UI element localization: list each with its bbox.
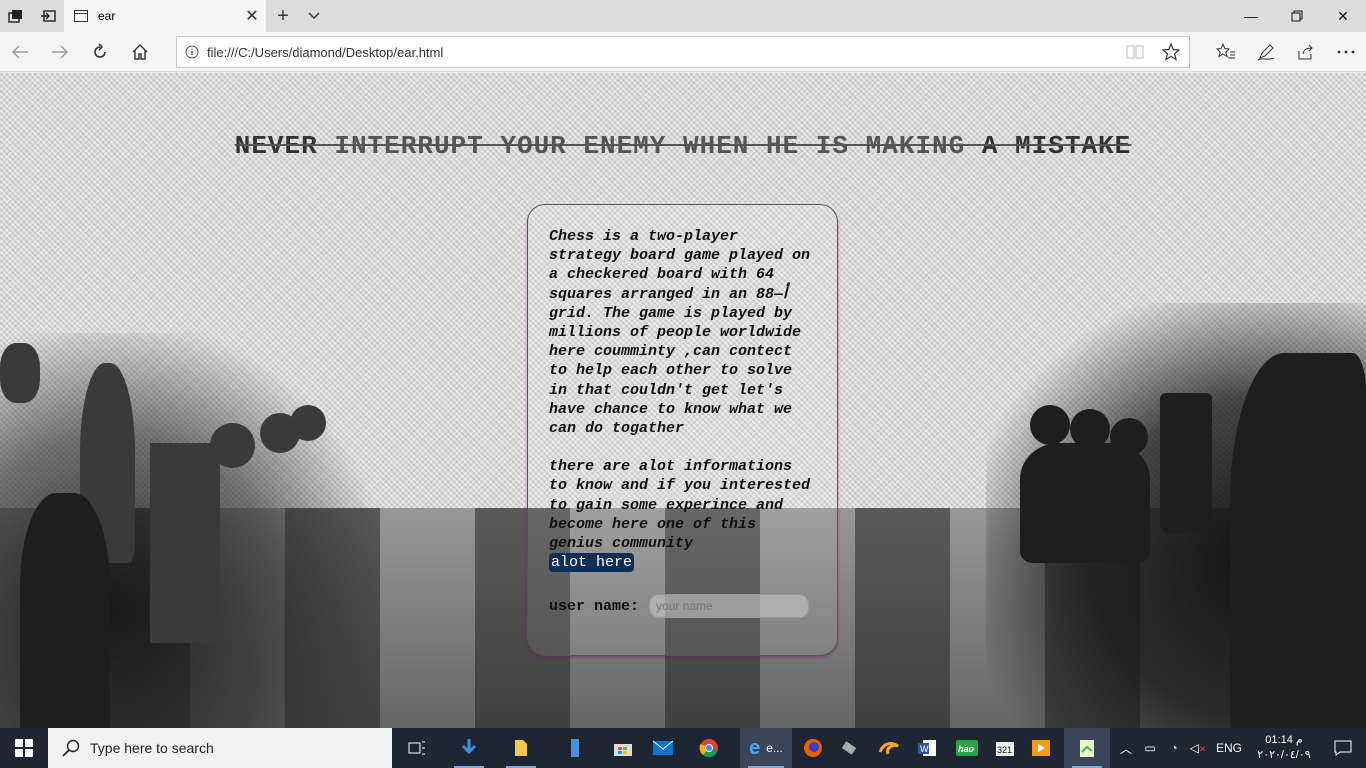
close-window-icon[interactable]: ✕	[1320, 0, 1366, 32]
chess-piece	[20, 493, 110, 728]
more-options-icon[interactable]	[1332, 38, 1360, 66]
web-note-pen-icon[interactable]	[1252, 38, 1280, 66]
notifications-icon[interactable]	[1320, 740, 1366, 756]
chess-piece	[1160, 393, 1212, 533]
community-paragraph: there are alot informations to know and …	[549, 457, 817, 573]
page-icon	[74, 10, 88, 22]
reading-view-icon[interactable]	[1117, 44, 1153, 60]
clock-date: ٢٠٢٠/٠٤/٠٩	[1257, 749, 1311, 761]
alot-here-link[interactable]: alot here	[549, 553, 635, 573]
tabs-aside-icon[interactable]	[32, 0, 64, 32]
back-icon[interactable]	[6, 38, 34, 66]
user-name-row: user name:	[549, 594, 817, 619]
edge-taskbar-button[interactable]: e e...	[740, 728, 792, 768]
home-icon[interactable]	[126, 38, 154, 66]
content-card: Chess is a two-player strategy board gam…	[527, 204, 838, 656]
clock[interactable]: 01:14 م ٢٠٢٠/٠٤/٠٩	[1248, 733, 1320, 763]
chess-piece	[150, 443, 220, 643]
clock-time: 01:14 م	[1265, 734, 1303, 746]
share-icon[interactable]	[1292, 38, 1320, 66]
forward-icon[interactable]	[46, 38, 74, 66]
browser-tab[interactable]: ear ✕	[64, 0, 266, 32]
svg-text:W: W	[920, 744, 929, 754]
language-indicator[interactable]: ENG	[1210, 741, 1248, 755]
system-tray: ︿ ▭ ◔ ◁✕ ENG 01:14 م ٢٠٢٠/٠٤/٠٩	[1114, 728, 1366, 768]
edge-label: e...	[766, 741, 783, 755]
user-name-label: user name:	[549, 597, 640, 615]
battery-icon[interactable]: ▭	[1138, 741, 1162, 755]
svg-text:hao: hao	[958, 744, 975, 754]
tab-preview-chevron-icon[interactable]	[302, 0, 326, 32]
page-viewport: NEVER INTERRUPT YOUR ENEMY WHEN HE IS MA…	[0, 73, 1366, 728]
restore-icon[interactable]	[1274, 0, 1320, 32]
navigation-bar: file:///C:/Users/diamond/Desktop/ear.htm…	[0, 32, 1366, 72]
edge-icon: e	[749, 736, 761, 759]
windows-taskbar: Type here to search e e... W hao 321 ︿ ▭…	[0, 728, 1366, 768]
favorite-star-icon[interactable]	[1153, 43, 1189, 61]
notepad-plus-icon[interactable]	[1064, 728, 1110, 768]
chess-piece	[1020, 443, 1150, 563]
refresh-icon[interactable]	[86, 38, 114, 66]
search-placeholder: Type here to search	[90, 740, 214, 756]
headline-bold-end: A MISTAKE	[981, 131, 1132, 161]
windows-start-icon[interactable]	[0, 728, 48, 768]
headline-middle: INTERRUPT YOUR ENEMY WHEN HE IS MAKING	[317, 131, 982, 161]
headline-bold-start: NEVER	[234, 131, 318, 161]
chess-piece	[0, 343, 40, 403]
show-hidden-icons-chevron-icon[interactable]: ︿	[1114, 740, 1138, 757]
chess-piece	[1230, 353, 1366, 728]
file-explorer-icon[interactable]	[498, 728, 544, 768]
chrome-icon[interactable]	[686, 728, 732, 768]
network-icon[interactable]: ◔	[1162, 741, 1186, 755]
info-icon[interactable]	[177, 45, 207, 59]
new-tab-button[interactable]: +	[270, 0, 296, 32]
close-tab-icon[interactable]: ✕	[238, 6, 266, 26]
chess-piece	[290, 405, 326, 441]
mail-icon[interactable]	[640, 728, 686, 768]
document-app-icon[interactable]	[552, 728, 598, 768]
address-text: file:///C:/Users/diamond/Desktop/ear.htm…	[207, 44, 444, 60]
task-view-icon[interactable]	[394, 728, 440, 768]
community-text: there are alot informations to know and …	[549, 458, 811, 553]
intro-paragraph: Chess is a two-player strategy board gam…	[549, 228, 811, 438]
page-headline: NEVER INTERRUPT YOUR ENEMY WHEN HE IS MA…	[0, 131, 1366, 161]
svg-text:321: 321	[997, 745, 1012, 755]
set-tabs-aside-icon[interactable]	[0, 0, 32, 32]
tab-title: ear	[98, 9, 116, 23]
tab-bar: ear ✕ + — ✕	[0, 0, 1366, 32]
volume-muted-icon[interactable]: ◁✕	[1186, 741, 1210, 755]
downloads-app-icon[interactable]	[446, 728, 492, 768]
video-app-icon[interactable]	[1018, 728, 1064, 768]
minimize-icon[interactable]: —	[1228, 0, 1274, 32]
favorites-hub-icon[interactable]	[1212, 38, 1240, 66]
search-icon	[62, 739, 80, 757]
user-name-input[interactable]	[649, 594, 810, 619]
address-bar[interactable]: file:///C:/Users/diamond/Desktop/ear.htm…	[176, 36, 1190, 68]
taskbar-search-box[interactable]: Type here to search	[48, 728, 392, 768]
chess-piece	[1030, 405, 1070, 445]
